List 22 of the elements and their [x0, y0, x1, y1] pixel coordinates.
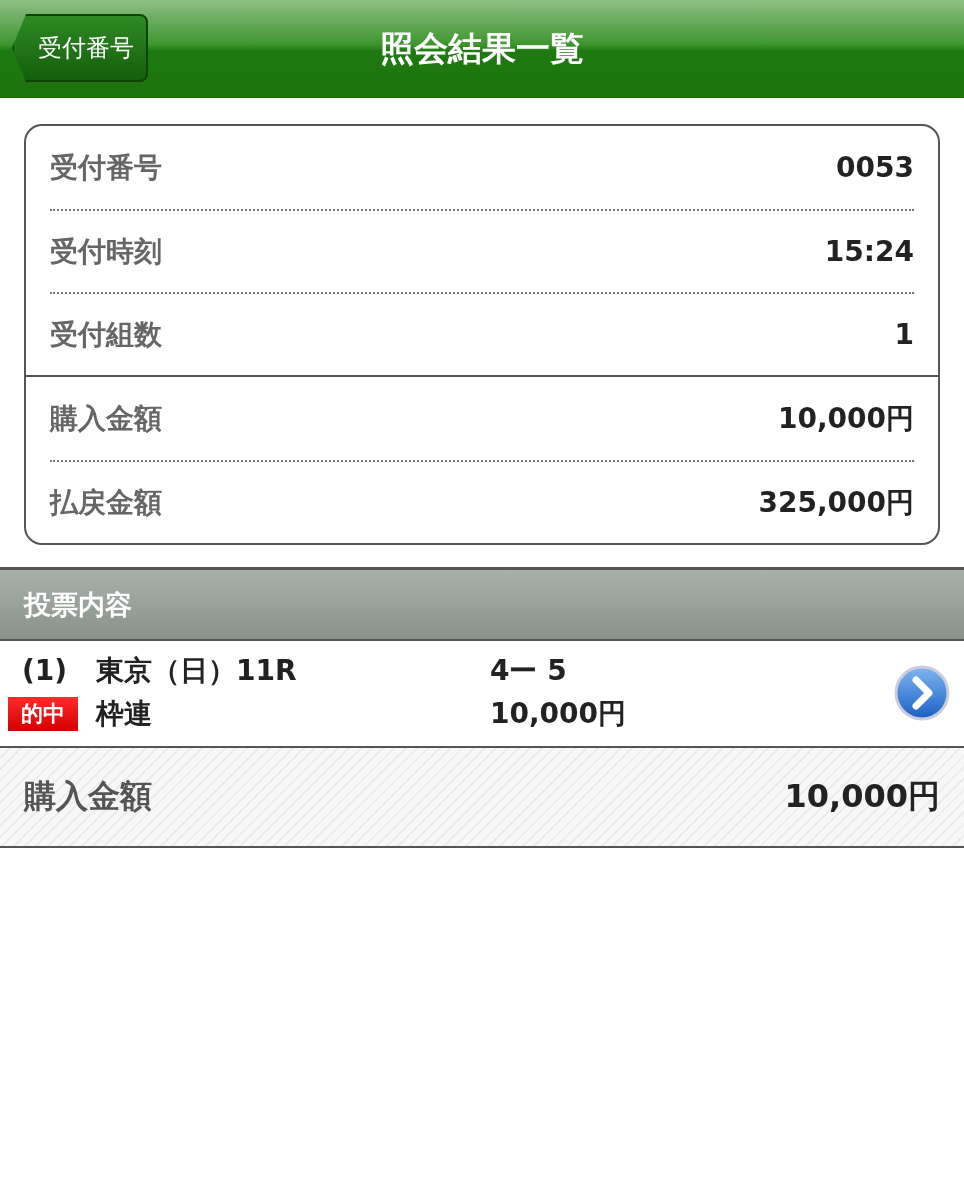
back-button[interactable]: 受付番号	[12, 14, 148, 82]
chevron-right-icon[interactable]	[894, 664, 950, 721]
field-value: 1	[894, 318, 914, 351]
field-label: 購入金額	[50, 400, 162, 437]
bet-number: (1)	[21, 654, 69, 688]
race-name: 東京（日）11R	[96, 652, 298, 689]
hit-badge: 的中	[8, 697, 78, 732]
field-value: 0053	[836, 151, 914, 184]
field-value: 10,000円	[777, 400, 914, 437]
total-value: 10,000円	[784, 776, 940, 817]
bet-combination: 4ー 5	[490, 652, 568, 689]
field-value: 325,000円	[758, 484, 914, 521]
bet-type: 枠連	[96, 696, 153, 733]
section-header: 投票内容	[0, 567, 964, 641]
field-label: 払戻金額	[50, 484, 162, 521]
bet-amount: 10,000円	[490, 696, 628, 733]
field-value: 15:24	[824, 235, 914, 268]
field-label: 受付番号	[50, 149, 162, 186]
total-label: 購入金額	[24, 776, 152, 817]
field-label: 受付組数	[50, 316, 162, 353]
page-title: 照会結果一覧	[380, 27, 584, 70]
field-label: 受付時刻	[50, 233, 162, 270]
